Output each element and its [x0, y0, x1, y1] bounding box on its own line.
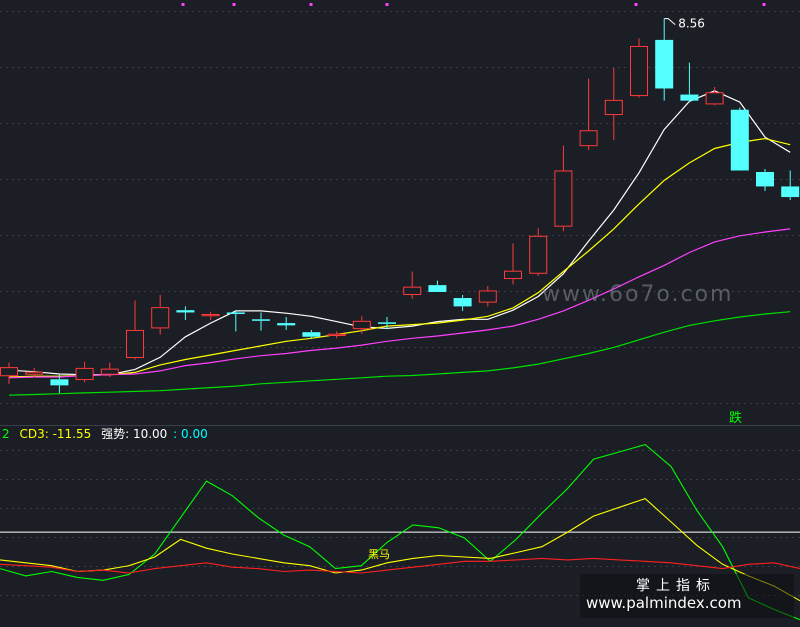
marker-dot [385, 3, 389, 6]
high-pointer [664, 18, 676, 26]
high-price-label: 8.56 [678, 17, 705, 31]
candle-body [100, 368, 119, 375]
candle-body [756, 172, 774, 187]
candle-body [302, 332, 321, 337]
marker-dot [762, 3, 766, 6]
candle-body [705, 92, 724, 105]
candle-body [781, 186, 800, 198]
dark-horse-label: 黑马 [368, 548, 390, 561]
indicator-header-3: 强势: 10.00 [101, 427, 167, 441]
candle-body [277, 323, 296, 326]
candle-body [252, 319, 270, 321]
candle-body [0, 367, 18, 377]
candle-body [554, 170, 573, 227]
candle-body [403, 286, 422, 296]
candle-body [201, 313, 220, 317]
candle-body [75, 367, 94, 381]
site-url: www.palmindex.com [586, 594, 742, 612]
indicator-header: 2 CD3: -11.55 强势: 10.00 : 0.00 [2, 427, 208, 441]
candle-body [478, 290, 497, 303]
candle-body [327, 333, 346, 337]
candle-body [25, 371, 44, 375]
candle-body [126, 329, 144, 359]
indicator-header-2: CD3: -11.55 [19, 427, 91, 441]
candle-body [630, 45, 648, 97]
candle-body [226, 312, 245, 314]
sell-signal-label: 跌 [729, 410, 742, 426]
watermark: www.6o7o.com [542, 282, 733, 307]
marker-dot [181, 3, 185, 6]
candle-body [453, 298, 472, 307]
indicator-grid [0, 450, 800, 596]
candle-body [579, 130, 598, 147]
indicator-header-1: 2 [2, 427, 10, 441]
candle-body [176, 310, 195, 313]
candle-body [504, 270, 522, 280]
candle-body [529, 235, 548, 274]
marker-dot [634, 3, 638, 6]
candle-body [680, 94, 699, 101]
site-name-cn: 掌上指标 [636, 578, 716, 594]
candle-body [730, 109, 749, 171]
candle-body [50, 379, 69, 386]
candle-body [378, 322, 396, 324]
candles [0, 18, 800, 393]
indicator-header-4: : 0.00 [173, 427, 208, 441]
candle-body [604, 99, 623, 116]
candle-body [655, 39, 674, 89]
price-grid [0, 11, 800, 404]
marker-dot [232, 3, 236, 6]
candle-body [352, 320, 371, 330]
stock-chart: 8.56 www.6o7o.com 跌 2 CD3: -11.55 强势: 10… [0, 3, 800, 621]
candle-body [428, 285, 447, 292]
marker-dot [309, 3, 313, 6]
candle-body [151, 307, 170, 329]
